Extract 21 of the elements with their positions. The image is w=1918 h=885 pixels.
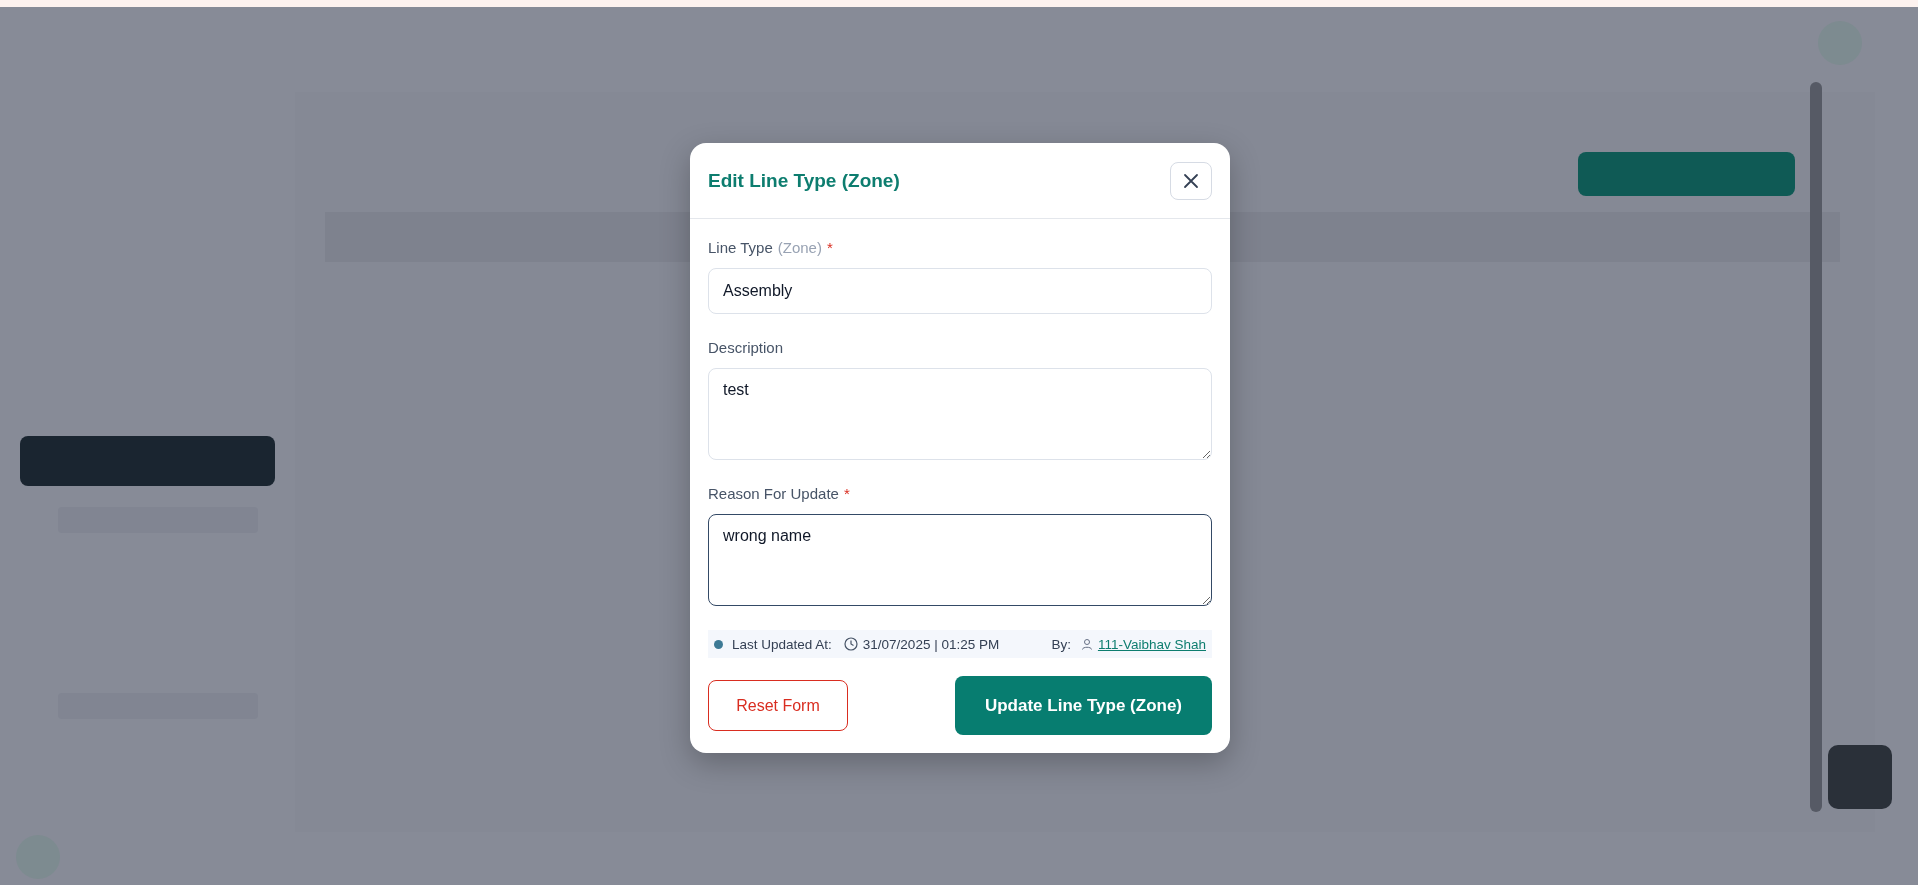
reset-button[interactable]: Reset Form [708,680,848,731]
field-label: Line Type [708,239,773,256]
clock-icon [843,637,858,651]
field-hint: (Zone) [777,239,822,256]
update-button[interactable]: Update Line Type (Zone) [955,676,1212,735]
update-datetime: 31/07/2025 | 01:25 PM [862,636,1000,652]
close-button[interactable] [1170,161,1212,200]
required-mark: * [843,485,850,502]
status-dot-icon [714,639,723,649]
text-area[interactable]: test [708,368,1212,460]
field-label: Description [708,339,784,356]
field-label: Reason For Update [708,485,839,502]
by-label: By: [1051,636,1071,652]
user-icon [1080,638,1093,650]
dialog-title: Edit Line Type (Zone) [708,169,900,192]
text-field[interactable]: Assembly [708,268,1212,314]
text-area[interactable]: wrong name [708,514,1212,606]
user-link[interactable]: 111-Vaibhav Shah [1097,636,1206,652]
update-label: Last Updated At: [732,636,832,652]
required-mark: * [826,239,833,256]
close-icon [1183,172,1199,189]
